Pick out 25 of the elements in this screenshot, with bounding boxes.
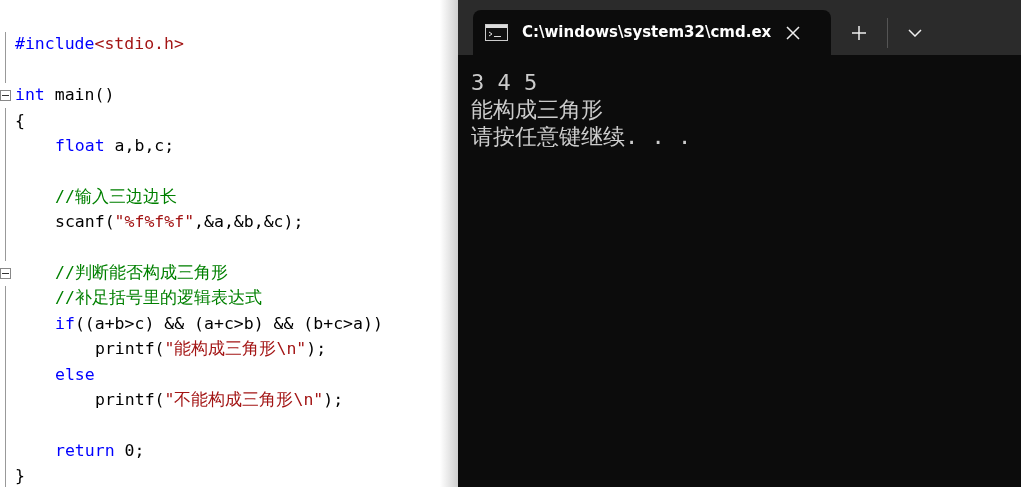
code-line: else [55,366,95,383]
console-output-line: 请按任意键继续. . . [471,123,693,150]
console-icon [485,24,508,41]
terminal-tab[interactable]: C:\windows\system32\cmd.ex [473,10,831,55]
console-output-line: 能构成三角形 [471,96,604,123]
plus-icon[interactable] [851,24,867,41]
code-line: //输入三边边长 [55,188,177,206]
code-line: //补足括号里的逻辑表达式 [55,290,262,307]
close-icon[interactable] [786,25,800,40]
tab-title: C:\windows\system32\cmd.ex [522,22,772,44]
code-line: int main() [15,87,115,104]
code-line: } [15,468,25,485]
console-output-line: 3 4 5 [471,69,539,96]
code-line: float a,b,c; [55,138,175,155]
collapse-icon[interactable] [0,267,11,279]
code-line: printf("能构成三角形\n"); [95,341,327,358]
code-line: printf("不能构成三角形\n"); [95,391,344,409]
code-line: //判断能否构成三角形 [55,264,228,282]
code-line: return 0; [55,442,145,460]
code-line: #include<stdio.h> [15,36,184,53]
collapse-icon[interactable] [0,89,11,101]
code-line: if((a+b>c) && (a+c>b) && (b+c>a)) [55,315,383,333]
chevron-down-icon[interactable] [908,28,922,37]
code-line: scanf("%f%f%f",&a,&b,&c); [55,214,304,231]
code-line: { [15,112,25,130]
